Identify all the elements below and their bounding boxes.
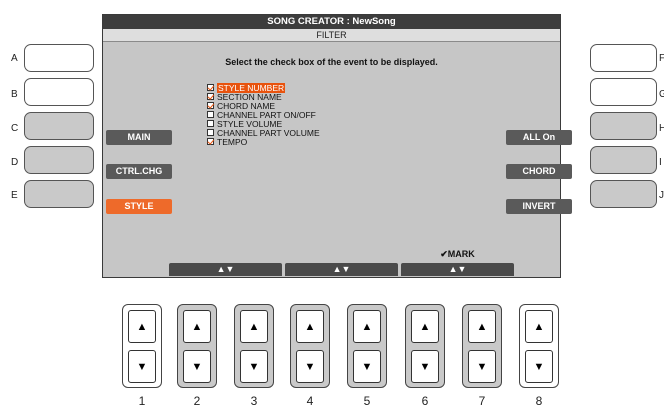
- panel-number-1: 1: [138, 394, 146, 408]
- updown-button-1[interactable]: ▲ ▼: [122, 304, 162, 388]
- up-arrow-icon[interactable]: ▲: [240, 310, 268, 343]
- side-letter-g: G: [659, 89, 664, 100]
- up-arrow-icon[interactable]: ▲: [296, 310, 324, 343]
- ctrl-chg-button[interactable]: CTRL.CHG: [106, 164, 172, 179]
- screen-title: SONG CREATOR : NewSong: [103, 15, 560, 29]
- checkbox-tempo[interactable]: [207, 138, 214, 145]
- mark-label: ✔MARK: [440, 249, 475, 259]
- up-arrow-icon[interactable]: ▲: [128, 310, 156, 343]
- down-arrow-icon[interactable]: ▼: [411, 350, 439, 383]
- hw-button-b[interactable]: [24, 78, 94, 106]
- hw-button-a[interactable]: [24, 44, 94, 72]
- side-letter-c: C: [11, 123, 19, 134]
- up-arrow-icon[interactable]: ▲: [411, 310, 439, 343]
- checkbox-channel-part-on-off[interactable]: [207, 111, 214, 118]
- updown-button-7[interactable]: ▲ ▼: [462, 304, 502, 388]
- side-letter-i: I: [659, 157, 662, 168]
- bottom-tab-6[interactable]: ▲▼: [401, 263, 514, 276]
- panel-number-8: 8: [535, 394, 543, 408]
- panel-number-6: 6: [421, 394, 429, 408]
- checkbox-chord-name[interactable]: [207, 102, 214, 109]
- side-letter-j: J: [659, 190, 664, 201]
- updown-button-2[interactable]: ▲ ▼: [177, 304, 217, 388]
- chord-button[interactable]: CHORD: [506, 164, 572, 179]
- bottom-tab-2[interactable]: ▲▼: [169, 263, 282, 276]
- hw-button-i[interactable]: [590, 146, 657, 174]
- down-arrow-icon[interactable]: ▼: [296, 350, 324, 383]
- option-tempo[interactable]: TEMPO: [207, 138, 247, 147]
- checkbox-style-number[interactable]: [207, 84, 214, 91]
- invert-button[interactable]: INVERT: [506, 199, 572, 214]
- up-arrow-icon[interactable]: ▲: [353, 310, 381, 343]
- checkbox-section-name[interactable]: [207, 93, 214, 100]
- updown-button-6[interactable]: ▲ ▼: [405, 304, 445, 388]
- side-letter-f: F: [659, 53, 664, 64]
- down-arrow-icon[interactable]: ▼: [353, 350, 381, 383]
- side-letter-b: B: [11, 89, 18, 100]
- updown-button-3[interactable]: ▲ ▼: [234, 304, 274, 388]
- hw-button-f[interactable]: [590, 44, 657, 72]
- checkbox-style-volume[interactable]: [207, 120, 214, 127]
- hw-button-h[interactable]: [590, 112, 657, 140]
- down-arrow-icon[interactable]: ▼: [468, 350, 496, 383]
- hw-button-e[interactable]: [24, 180, 94, 208]
- panel-number-5: 5: [363, 394, 371, 408]
- instruction-text: Select the check box of the event to be …: [225, 57, 438, 67]
- panel-number-3: 3: [250, 394, 258, 408]
- up-arrow-icon[interactable]: ▲: [183, 310, 211, 343]
- all-on-button[interactable]: ALL On: [506, 130, 572, 145]
- down-arrow-icon[interactable]: ▼: [128, 350, 156, 383]
- up-arrow-icon[interactable]: ▲: [525, 310, 553, 343]
- panel-number-7: 7: [478, 394, 486, 408]
- updown-button-8[interactable]: ▲ ▼: [519, 304, 559, 388]
- screen-subtitle: FILTER: [103, 29, 560, 42]
- side-letter-a: A: [11, 53, 18, 64]
- down-arrow-icon[interactable]: ▼: [183, 350, 211, 383]
- hw-button-g[interactable]: [590, 78, 657, 106]
- lcd-screen: SONG CREATOR : NewSong FILTER Select the…: [102, 14, 572, 278]
- hw-button-c[interactable]: [24, 112, 94, 140]
- updown-button-5[interactable]: ▲ ▼: [347, 304, 387, 388]
- hw-button-d[interactable]: [24, 146, 94, 174]
- checkbox-channel-part-volume[interactable]: [207, 129, 214, 136]
- main-button[interactable]: MAIN: [106, 130, 172, 145]
- option-label: TEMPO: [217, 137, 248, 147]
- style-button[interactable]: STYLE: [106, 199, 172, 214]
- side-letter-d: D: [11, 157, 19, 168]
- panel-number-2: 2: [193, 394, 201, 408]
- bottom-tab-4[interactable]: ▲▼: [285, 263, 398, 276]
- updown-button-4[interactable]: ▲ ▼: [290, 304, 330, 388]
- down-arrow-icon[interactable]: ▼: [240, 350, 268, 383]
- side-letter-e: E: [11, 190, 18, 201]
- side-letter-h: H: [659, 123, 664, 134]
- up-arrow-icon[interactable]: ▲: [468, 310, 496, 343]
- panel-number-4: 4: [306, 394, 314, 408]
- down-arrow-icon[interactable]: ▼: [525, 350, 553, 383]
- hw-button-j[interactable]: [590, 180, 657, 208]
